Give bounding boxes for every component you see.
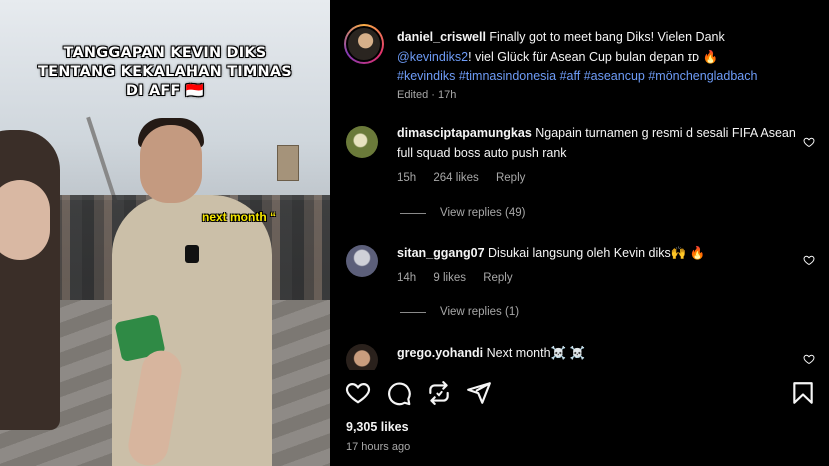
view-replies-label: View replies (1) bbox=[440, 306, 520, 318]
caption-text-2: ! viel Glück für Asean Cup bulan depan ɪ… bbox=[468, 49, 719, 64]
commenter-username[interactable]: sitan_ggang07 bbox=[397, 246, 485, 260]
commenter-username[interactable]: grego.yohandi bbox=[397, 346, 483, 360]
caption-text: Finally got to meet bang Diks! Vielen Da… bbox=[489, 30, 725, 44]
view-replies-label: View replies (49) bbox=[440, 207, 526, 219]
comment-meta: 15h 264 likes Reply bbox=[397, 172, 539, 184]
heart-icon[interactable] bbox=[345, 380, 371, 406]
caption-hashtags[interactable]: #kevindiks #timnasindonesia #aff #aseanc… bbox=[397, 69, 757, 83]
commenter-username[interactable]: dimasciptapamungkas bbox=[397, 126, 532, 140]
send-icon[interactable] bbox=[466, 380, 492, 406]
comment-body: grego.yohandi Next month☠️ ☠️ bbox=[397, 344, 797, 364]
comment-time: 15h bbox=[397, 172, 417, 184]
heart-icon[interactable] bbox=[803, 136, 815, 148]
comment-text: Disukai langsung oleh Kevin diks🙌 🔥 bbox=[488, 246, 706, 260]
author-avatar[interactable] bbox=[344, 24, 384, 64]
comment-time: 14h bbox=[397, 272, 417, 284]
media-fan-hair bbox=[0, 130, 60, 430]
comment-likes[interactable]: 264 likes bbox=[433, 172, 478, 184]
edited-label: Edited · 17h bbox=[397, 89, 457, 101]
media-fan-face bbox=[0, 180, 50, 260]
commenter-avatar[interactable] bbox=[346, 344, 378, 370]
comment-text: Next month☠️ ☠️ bbox=[486, 346, 586, 360]
bookmark-icon[interactable] bbox=[790, 380, 816, 406]
view-replies-button[interactable]: View replies (1) bbox=[400, 306, 519, 318]
post-timestamp: 17 hours ago bbox=[346, 441, 411, 453]
post-media[interactable]: TANGGAPAN KEVIN DIKS TENTANG KEKALAHAN T… bbox=[0, 0, 330, 466]
media-player-head bbox=[140, 125, 202, 203]
comment-body: dimasciptapamungkas Ngapain turnamen g r… bbox=[397, 124, 797, 163]
post-actions-bar: 9,305 likes 17 hours ago bbox=[330, 370, 829, 466]
media-sign-board bbox=[277, 145, 299, 181]
media-club-badge bbox=[185, 245, 199, 263]
repost-icon[interactable] bbox=[426, 380, 452, 406]
replies-divider bbox=[400, 311, 426, 313]
commenter-avatar[interactable] bbox=[346, 126, 378, 158]
reply-button[interactable]: Reply bbox=[496, 172, 525, 184]
heart-icon[interactable] bbox=[803, 254, 815, 266]
likes-count[interactable]: 9,305 likes bbox=[346, 420, 409, 434]
comment-icon[interactable] bbox=[386, 380, 412, 406]
view-replies-button[interactable]: View replies (49) bbox=[400, 207, 525, 219]
comment-likes[interactable]: 9 likes bbox=[433, 272, 466, 284]
author-username[interactable]: daniel_criswell bbox=[397, 30, 486, 44]
reply-button[interactable]: Reply bbox=[483, 272, 512, 284]
comment-meta: 14h 9 likes Reply bbox=[397, 272, 527, 284]
comment-body: sitan_ggang07 Disukai langsung oleh Kevi… bbox=[397, 244, 797, 264]
replies-divider bbox=[400, 212, 426, 214]
media-overlay-title: TANGGAPAN KEVIN DIKS TENTANG KEKALAHAN T… bbox=[38, 45, 292, 99]
comments-list[interactable]: daniel_criswell Finally got to meet bang… bbox=[330, 0, 829, 370]
post-side-panel: daniel_criswell Finally got to meet bang… bbox=[330, 0, 829, 466]
post-caption: daniel_criswell Finally got to meet bang… bbox=[397, 28, 807, 87]
heart-icon[interactable] bbox=[803, 353, 815, 365]
caption-mention[interactable]: @kevindiks2 bbox=[397, 50, 468, 64]
media-caption-sticker: next month “ bbox=[202, 210, 276, 224]
commenter-avatar[interactable] bbox=[346, 245, 378, 277]
